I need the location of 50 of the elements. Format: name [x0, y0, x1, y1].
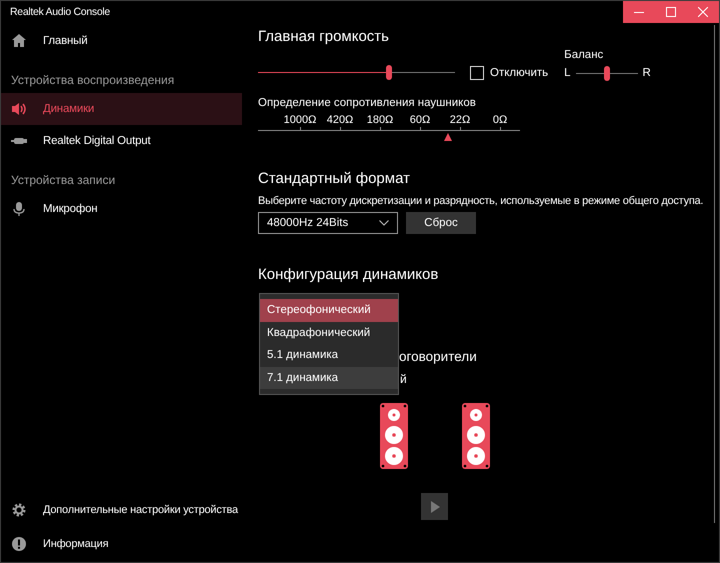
- balance-slider[interactable]: [576, 66, 638, 80]
- menu-item[interactable]: Квадрафонический: [260, 322, 398, 344]
- channel-label: L: [564, 67, 571, 79]
- play-icon: [430, 500, 440, 512]
- menu-item[interactable]: 5.1 динамика: [260, 344, 398, 366]
- settings-icon: [11, 502, 27, 518]
- slider-thumb[interactable]: [386, 65, 392, 80]
- scale-label: 1000Ω: [284, 114, 316, 126]
- slider-thumb[interactable]: [604, 66, 610, 80]
- partial-text: й: [400, 371, 407, 388]
- microphone-icon: [11, 201, 27, 217]
- chevron-down-icon: [379, 220, 389, 226]
- channel-label: R: [642, 67, 651, 79]
- section-heading: Конфигурация динамиков: [258, 265, 440, 285]
- menu-item[interactable]: Стереофонический: [260, 299, 398, 322]
- section-heading: Устройства записи: [10, 172, 116, 189]
- format-dropdown[interactable]: 48000Hz 24Bits: [258, 212, 398, 234]
- maximize-icon: [666, 7, 676, 17]
- scrollbar[interactable]: [714, 25, 715, 523]
- partial-text: оговорители: [399, 348, 477, 366]
- scale-label: 0Ω: [492, 114, 508, 126]
- info-icon: [11, 536, 27, 552]
- scale-label: 420Ω: [326, 114, 354, 126]
- scale-label: 180Ω: [366, 114, 394, 126]
- sidebar-item[interactable]: Realtek Digital Output: [1, 125, 242, 157]
- sidebar-item[interactable]: Главный: [1, 25, 242, 57]
- close-icon: [698, 7, 708, 17]
- sidebar-item[interactable]: Микрофон: [1, 193, 242, 225]
- speaker-icon: [11, 101, 27, 117]
- section-heading: Устройства воспроизведения: [10, 72, 176, 89]
- play-button[interactable]: [421, 493, 448, 520]
- scale-label: 22Ω: [450, 114, 470, 126]
- sidebar-item[interactable]: Информация: [1, 527, 242, 561]
- reset-button[interactable]: Сброс: [406, 212, 476, 234]
- mute-checkbox[interactable]: [470, 66, 484, 80]
- window-title: Realtek Audio Console: [9, 6, 111, 18]
- description-text: Выберите частоту дискретизации и разрядность, используемые в режиме общего доступа.: [258, 195, 704, 207]
- balance-label: Баланс: [564, 49, 604, 61]
- volume-slider[interactable]: [258, 65, 455, 80]
- section-heading: Главная громкость: [258, 27, 390, 47]
- sidebar-item[interactable]: Дополнительные настройки устройства: [1, 493, 242, 527]
- speaker-drawing: [380, 403, 408, 469]
- menu-item[interactable]: 7.1 динамика: [260, 366, 398, 389]
- impedance-label: Определение сопротивления наушников: [258, 97, 477, 109]
- speaker-drawing: [462, 403, 490, 469]
- sidebar-item[interactable]: Динамики: [1, 93, 242, 125]
- section-heading: Стандартный формат: [258, 169, 411, 189]
- checkbox-label: Отключить: [490, 67, 548, 79]
- scale-label: 60Ω: [410, 114, 430, 126]
- home-icon: [11, 33, 27, 49]
